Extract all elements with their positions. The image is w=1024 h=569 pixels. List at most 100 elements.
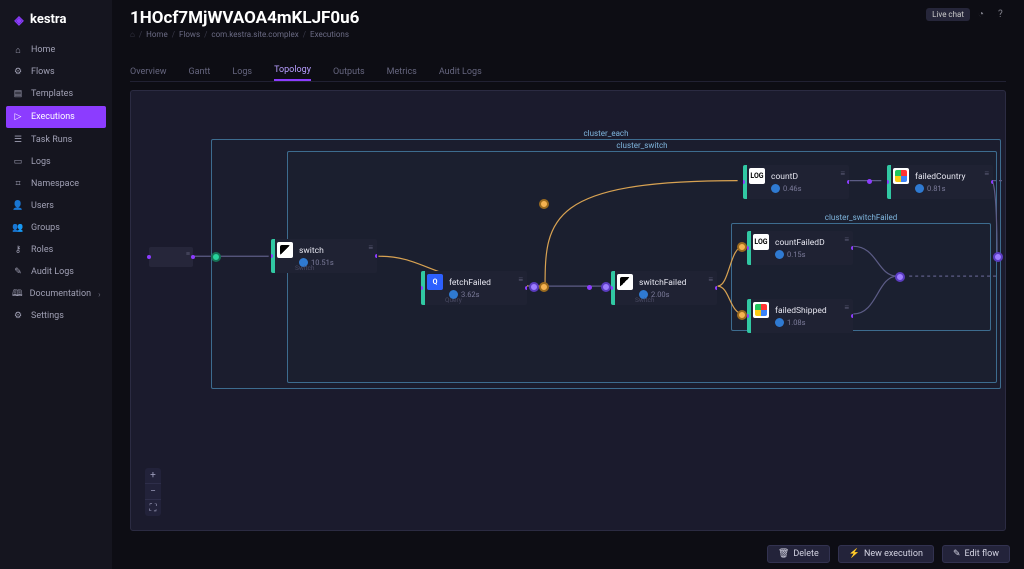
help-icon[interactable]: ? [998, 9, 1010, 21]
tab-metrics[interactable]: Metrics [387, 67, 417, 81]
node-menu-icon[interactable]: ≡ [518, 275, 523, 284]
sidebar-item-label: Flows [31, 67, 55, 77]
nav-icon: ☰ [12, 134, 24, 146]
node-menu-icon[interactable]: ≡ [844, 303, 849, 312]
node-failedcountry[interactable]: failedCountry 0.81s ≡ [887, 165, 993, 199]
log-icon: LOG [753, 234, 769, 250]
sidebar-item-documentation[interactable]: 🕮Documentation› [0, 283, 112, 305]
sidebar-item-templates[interactable]: ▤Templates [0, 83, 112, 105]
port-inner-merge[interactable] [895, 272, 905, 282]
node-menu-icon[interactable]: ≡ [984, 169, 989, 178]
node-switchfailed-name: switchFailed [639, 278, 713, 288]
sidebar-item-label: Namespace [31, 179, 79, 189]
nav-icon: ⚙ [12, 310, 24, 322]
port-branch-switch[interactable] [539, 199, 549, 209]
brand: ◈ kestra [0, 6, 112, 39]
breadcrumb-item[interactable]: Home [146, 30, 168, 39]
brand-logo-icon: ◈ [12, 13, 26, 27]
topology-canvas[interactable]: cluster_each cluster_switch cluster_swit… [130, 90, 1006, 531]
nav: ⌂Home⚙Flows▤Templates▷Executions☰Task Ru… [0, 39, 112, 327]
zoom-in-button[interactable]: + [145, 468, 161, 484]
nav-icon: 🕮 [12, 288, 23, 300]
zoom-controls: + − ⛶ [145, 468, 161, 516]
live-chat-chip[interactable]: Live chat [926, 8, 970, 21]
sidebar-item-label: Executions [31, 112, 75, 122]
port-origin[interactable] [211, 252, 221, 262]
node-fetchfailed[interactable]: Q fetchFailed 3.62s Query ≡ [421, 271, 527, 305]
sidebar-item-label: Groups [31, 223, 60, 233]
node-menu-icon[interactable]: ≡ [840, 169, 845, 178]
node-menu-icon[interactable]: ≡ [708, 275, 713, 284]
sidebar-item-label: Documentation [30, 289, 91, 299]
port-far-merge[interactable] [993, 252, 1003, 262]
root-node[interactable]: ≡ [149, 247, 193, 267]
sidebar-item-label: Logs [31, 157, 51, 167]
node-switchfailed[interactable]: switchFailed 2.00s Switch ≡ [611, 271, 717, 305]
tab-audit-logs[interactable]: Audit Logs [439, 67, 482, 81]
tab-logs[interactable]: Logs [232, 67, 252, 81]
query-icon: Q [427, 274, 443, 290]
sidebar-item-flows[interactable]: ⚙Flows [0, 61, 112, 83]
node-menu-icon[interactable]: ≡ [368, 243, 373, 252]
sidebar-item-home[interactable]: ⌂Home [0, 39, 112, 61]
node-menu-icon[interactable]: ≡ [844, 235, 849, 244]
nav-icon: 👥 [12, 222, 24, 234]
port-fetchfailed-out[interactable] [529, 282, 539, 292]
sidebar-item-label: Audit Logs [31, 267, 74, 277]
announcement-icon[interactable]: ◔ [978, 9, 990, 21]
page-title: 1HOcf7MjWVAOA4mKLJF0u6 [130, 8, 1006, 28]
port-inner-bot[interactable] [737, 310, 747, 320]
sidebar-item-users[interactable]: 👤 Users [0, 195, 112, 217]
zoom-out-button[interactable]: − [145, 484, 161, 500]
sidebar-item-label: Task Runs [31, 135, 72, 145]
delete-button[interactable]: 🗑 Delete [767, 545, 830, 563]
header-actions: Live chat ◔ ? [926, 8, 1010, 21]
nav-icon: ▷ [12, 111, 24, 123]
node-menu-icon[interactable]: ≡ [186, 250, 190, 258]
nav-icon: 👤 [12, 200, 24, 212]
sidebar-item-settings[interactable]: ⚙ Settings [0, 305, 112, 327]
new-execution-button[interactable]: ⚡ New execution [838, 545, 934, 563]
breadcrumb-item[interactable]: com.kestra.site.complex [211, 30, 298, 39]
sidebar-item-label: Home [31, 45, 55, 55]
tab-overview[interactable]: Overview [130, 67, 166, 81]
brand-name: kestra [30, 12, 66, 27]
home-icon: ⌂ [130, 30, 135, 39]
log-icon: LOG [749, 168, 765, 184]
node-countfailedd[interactable]: LOG countFailedD 0.15s ≡ [747, 231, 853, 265]
switch-icon [277, 242, 293, 258]
breadcrumb-item[interactable]: Executions [310, 30, 349, 39]
sidebar-item-groups[interactable]: 👥 Groups [0, 217, 112, 239]
port-branch-fetch[interactable] [539, 282, 549, 292]
sidebar-item-namespace[interactable]: ⌗Namespace [0, 173, 112, 195]
sidebar-item-roles[interactable]: ⚷ Roles [0, 239, 112, 261]
tab-topology[interactable]: Topology [274, 65, 311, 81]
nav-icon: ⚷ [12, 244, 24, 256]
tabs: Overview Gantt Logs Topology Outputs Metrics A… [130, 62, 1006, 82]
node-switch[interactable]: switch 10.51s Switch ≡ [271, 239, 377, 273]
sidebar-item-label: Settings [31, 311, 64, 321]
edit-flow-button[interactable]: ✎ Edit flow [942, 545, 1010, 563]
port-inner-top[interactable] [737, 242, 747, 252]
api-icon [753, 302, 769, 318]
sidebar-item-executions[interactable]: ▷ Executions [6, 106, 106, 128]
sidebar-item-logs[interactable]: ▭ Logs [0, 151, 112, 173]
tab-outputs[interactable]: Outputs [333, 67, 365, 81]
node-countd-name: countD [771, 172, 845, 182]
breadcrumb-item[interactable]: Flows [179, 30, 200, 39]
sidebar-item-label: Templates [31, 89, 73, 99]
nav-icon: ▭ [12, 156, 24, 168]
tab-gantt[interactable]: Gantt [188, 67, 210, 81]
api-icon [893, 168, 909, 184]
sidebar-item-audit-logs[interactable]: ✎Audit Logs [0, 261, 112, 283]
node-countd[interactable]: LOG countD 0.46s ≡ [743, 165, 849, 199]
sidebar-item-label: Roles [31, 245, 53, 255]
port-switchfailed-in[interactable] [601, 282, 611, 292]
sidebar-item-label: Users [31, 201, 54, 211]
zoom-fit-button[interactable]: ⛶ [145, 500, 161, 516]
breadcrumb: ⌂/Home/Flows/com.kestra.site.complex/Exe… [130, 30, 1006, 39]
sidebar-item-task-runs[interactable]: ☰ Task Runs [0, 129, 112, 151]
node-fetchfailed-name: fetchFailed [449, 278, 523, 288]
header: 1HOcf7MjWVAOA4mKLJF0u6 ⌂/Home/Flows/com.… [112, 0, 1024, 60]
node-failedshipped[interactable]: failedShipped 1.08s ≡ [747, 299, 853, 333]
